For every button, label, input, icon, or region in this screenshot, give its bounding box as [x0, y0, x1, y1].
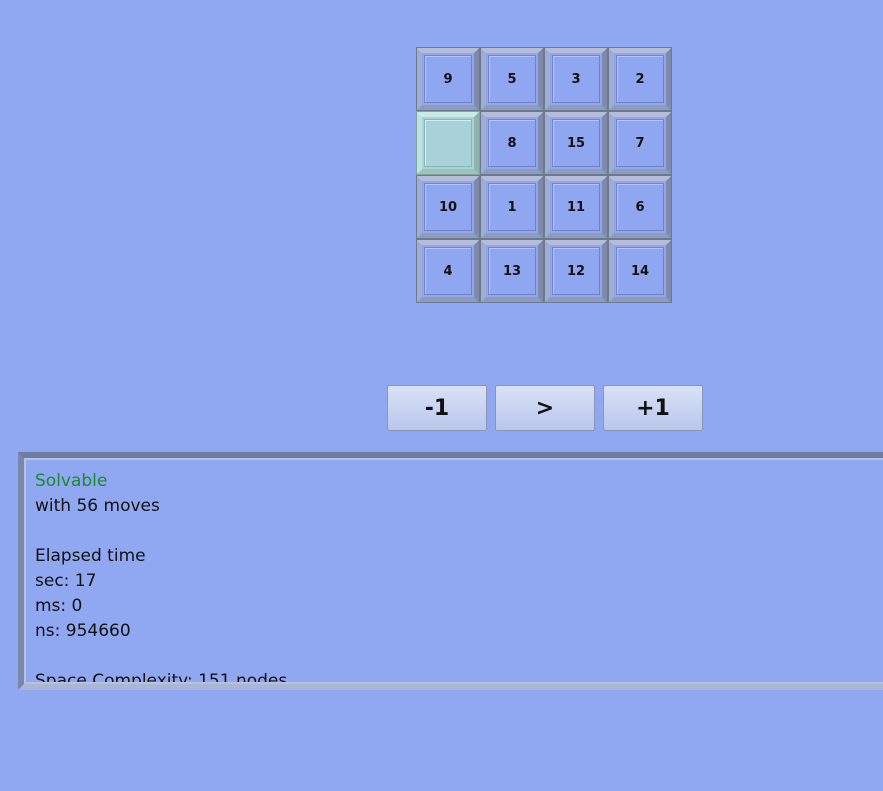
space-complexity: Space Complexity: 151 nodes — [35, 671, 288, 684]
tile-number: 3 — [552, 55, 600, 103]
puzzle-tile[interactable]: 8 — [480, 111, 544, 175]
puzzle-tile[interactable]: 7 — [608, 111, 672, 175]
puzzle-tile[interactable]: 1 — [480, 175, 544, 239]
next-step-button[interactable]: +1 — [603, 385, 703, 431]
tile-number: 8 — [488, 119, 536, 167]
solver-info-panel[interactable]: Solvable with 56 moves Elapsed time sec:… — [18, 452, 883, 690]
puzzle-tile[interactable]: 4 — [416, 239, 480, 303]
tile-number: 11 — [552, 183, 600, 231]
puzzle-tile[interactable]: 12 — [544, 239, 608, 303]
puzzle-tile[interactable]: 6 — [608, 175, 672, 239]
tile-number: 13 — [488, 247, 536, 295]
puzzle-tile[interactable]: 14 — [608, 239, 672, 303]
tile-number: 14 — [616, 247, 664, 295]
elapsed-milliseconds: ms: 0 — [35, 596, 83, 616]
tile-number: 1 — [488, 183, 536, 231]
blank-tile[interactable] — [416, 111, 480, 175]
puzzle-tile[interactable]: 10 — [416, 175, 480, 239]
elapsed-seconds: sec: 17 — [35, 571, 97, 591]
elapsed-time-title: Elapsed time — [35, 546, 146, 566]
puzzle-tile[interactable]: 13 — [480, 239, 544, 303]
spacer-line — [35, 519, 883, 544]
tile-number: 7 — [616, 119, 664, 167]
puzzle-tile[interactable]: 2 — [608, 47, 672, 111]
puzzle-tile[interactable]: 3 — [544, 47, 608, 111]
solver-info-text-area: Solvable with 56 moves Elapsed time sec:… — [24, 458, 883, 684]
playback-controls: -1 > +1 — [387, 385, 703, 431]
solvable-status: Solvable — [35, 471, 108, 491]
elapsed-nanoseconds: ns: 954660 — [35, 621, 131, 641]
puzzle-board: 9 5 3 2 8 15 7 10 1 11 6 4 13 12 14 — [416, 47, 672, 303]
tile-number: 5 — [488, 55, 536, 103]
tile-number — [424, 119, 472, 167]
tile-number: 12 — [552, 247, 600, 295]
puzzle-tile[interactable]: 5 — [480, 47, 544, 111]
play-button[interactable]: > — [495, 385, 595, 431]
previous-step-button[interactable]: -1 — [387, 385, 487, 431]
tile-number: 6 — [616, 183, 664, 231]
tile-number: 4 — [424, 247, 472, 295]
tile-number: 2 — [616, 55, 664, 103]
spacer-line — [35, 644, 883, 669]
tile-number: 15 — [552, 119, 600, 167]
puzzle-tile[interactable]: 15 — [544, 111, 608, 175]
tile-number: 9 — [424, 55, 472, 103]
moves-count: with 56 moves — [35, 496, 160, 516]
tile-number: 10 — [424, 183, 472, 231]
puzzle-tile[interactable]: 11 — [544, 175, 608, 239]
puzzle-tile[interactable]: 9 — [416, 47, 480, 111]
